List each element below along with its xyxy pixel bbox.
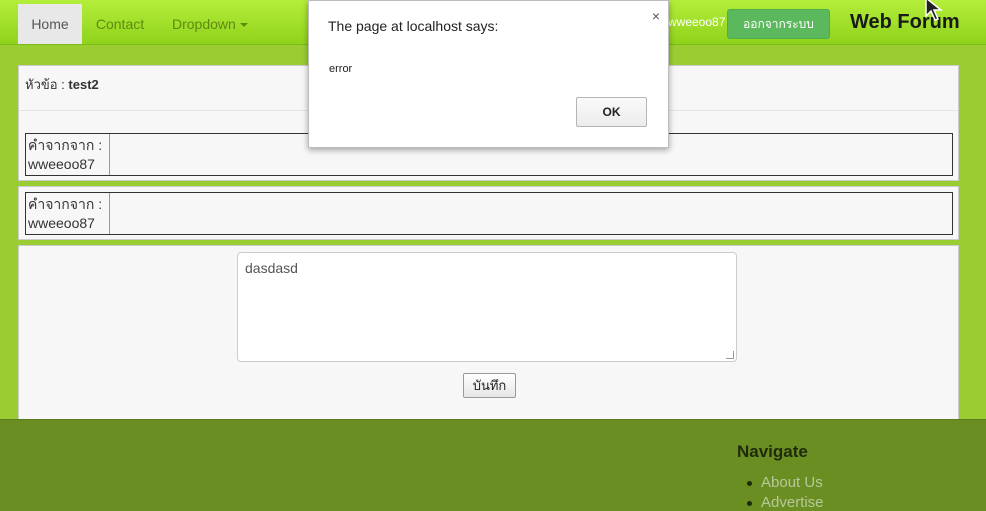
nav-home[interactable]: Home — [18, 4, 82, 44]
reply-panel: dasdasd บันทึก — [18, 245, 959, 421]
comment-author-label: คำจากจาก : — [28, 196, 103, 212]
cursor-icon — [925, 0, 944, 21]
dialog-message: error — [329, 63, 353, 75]
comment-author-cell: คำจากจาก : wweeoo87 — [26, 134, 110, 175]
comment-author-cell: คำจากจาก : wweeoo87 — [26, 193, 110, 234]
ok-button[interactable]: OK — [576, 97, 647, 127]
comment-author-name: wweeoo87 — [28, 215, 95, 231]
comment-author-label: คำจากจาก : — [28, 137, 103, 153]
comment-row: คำจากจาก : wweeoo87 — [25, 192, 953, 235]
topic-heading: หัวข้อ : test2 — [25, 74, 99, 95]
caret-down-icon — [239, 23, 248, 28]
resize-grip-icon[interactable] — [726, 351, 734, 359]
footer-links: About Us Advertise — [745, 473, 824, 511]
comment-author-name: wweeoo87 — [28, 156, 95, 172]
dialog-title: The page at localhost says: — [328, 18, 499, 34]
topic-label: หัวข้อ : — [25, 77, 69, 92]
close-icon[interactable]: × — [649, 9, 663, 23]
reply-text: dasdasd — [245, 260, 298, 276]
nav-contact[interactable]: Contact — [88, 4, 152, 44]
logged-in-user: wweeoo87 — [668, 15, 726, 29]
footer-link-advertise[interactable]: Advertise — [745, 493, 824, 511]
save-button[interactable]: บันทึก — [463, 373, 516, 398]
reply-textarea[interactable]: dasdasd — [237, 252, 737, 362]
alert-dialog: The page at localhost says: × error OK — [308, 0, 669, 148]
logout-button[interactable]: ออกจากระบบ — [727, 9, 830, 39]
topic-title: test2 — [68, 77, 99, 92]
nav-dropdown[interactable]: Dropdown — [158, 4, 258, 44]
footer-link-about[interactable]: About Us — [745, 473, 824, 493]
footer: Navigate About Us Advertise — [0, 419, 986, 511]
comment-panel: คำจากจาก : wweeoo87 — [18, 186, 959, 240]
footer-title: Navigate — [737, 442, 808, 461]
nav-dropdown-label: Dropdown — [172, 16, 236, 32]
